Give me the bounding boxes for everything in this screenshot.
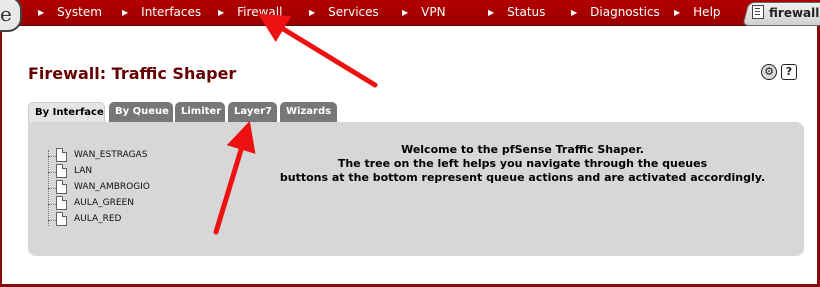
top-navigation-bar: e ▶ System ▶ Interfaces ▶ Firewall ▶ Service… bbox=[0, 0, 820, 32]
tree-branch bbox=[48, 204, 56, 205]
nav-arrow-icon: ▶ bbox=[309, 8, 316, 17]
tree-branch bbox=[48, 172, 56, 173]
document-icon bbox=[56, 212, 67, 226]
tab-limiter[interactable]: Limiter bbox=[175, 102, 225, 122]
nav-label: Services bbox=[328, 5, 379, 19]
welcome-line: buttons at the bottom represent queue ac… bbox=[279, 171, 766, 184]
document-icon bbox=[56, 196, 67, 210]
document-icon bbox=[56, 180, 67, 194]
welcome-line: Welcome to the pfSense Traffic Shaper. bbox=[401, 143, 644, 156]
tree-item-label: WAN_AMBROGIO bbox=[74, 182, 150, 192]
nav-item-services[interactable]: ▶ Services bbox=[309, 0, 379, 25]
nav-label: Status bbox=[507, 5, 546, 19]
nav-item-system[interactable]: ▶ System bbox=[38, 0, 102, 25]
welcome-message: Welcome to the pfSense Traffic Shaper. T… bbox=[250, 143, 795, 185]
document-icon bbox=[56, 148, 67, 162]
nav-label: Firewall bbox=[237, 5, 283, 19]
nav-item-firewall[interactable]: ▶ Firewall bbox=[218, 0, 282, 25]
tab-by-queue[interactable]: By Queue bbox=[109, 102, 173, 122]
tree-item-label: AULA_RED bbox=[74, 214, 122, 224]
hostname-label[interactable]: firewall. bbox=[752, 2, 820, 24]
tab-layer7[interactable]: Layer7 bbox=[228, 102, 277, 122]
hostname-text: firewall. bbox=[769, 6, 820, 20]
tree-branch bbox=[48, 220, 56, 221]
tree-item-label: AULA_GREEN bbox=[74, 198, 134, 208]
nav-label: Interfaces bbox=[141, 5, 202, 19]
gear-icon[interactable]: ⚙ bbox=[761, 64, 777, 80]
tree-branch bbox=[48, 156, 56, 157]
tab-wizards[interactable]: Wizards bbox=[280, 102, 337, 122]
nav-item-interfaces[interactable]: ▶ Interfaces bbox=[122, 0, 201, 25]
tree-branch bbox=[48, 188, 56, 189]
tab-by-interface[interactable]: By Interface bbox=[28, 102, 105, 124]
nav-arrow-icon: ▶ bbox=[571, 8, 578, 17]
welcome-line: The tree on the left helps you navigate … bbox=[337, 157, 708, 170]
nav-arrow-icon: ▶ bbox=[674, 8, 681, 17]
nav-label: System bbox=[57, 5, 102, 19]
document-icon bbox=[752, 5, 764, 19]
nav-label: Help bbox=[693, 5, 721, 19]
nav-arrow-icon: ▶ bbox=[402, 8, 409, 17]
page-title: Firewall: Traffic Shaper bbox=[28, 64, 237, 83]
help-icon[interactable]: ? bbox=[781, 64, 797, 80]
document-icon bbox=[56, 164, 67, 178]
nav-item-help[interactable]: ▶ Help bbox=[674, 0, 721, 25]
nav-arrow-icon: ▶ bbox=[38, 8, 45, 17]
nav-arrow-icon: ▶ bbox=[122, 8, 129, 17]
nav-arrow-icon: ▶ bbox=[488, 8, 495, 17]
nav-label: Diagnostics bbox=[590, 5, 660, 19]
nav-item-vpn[interactable]: ▶ VPN bbox=[402, 0, 446, 25]
tree-item-label: LAN bbox=[74, 166, 93, 176]
nav-arrow-icon: ▶ bbox=[218, 8, 225, 17]
nav-label: VPN bbox=[421, 5, 446, 19]
nav-item-diagnostics[interactable]: ▶ Diagnostics bbox=[571, 0, 660, 25]
tree-item-label: WAN_ESTRAGAS bbox=[74, 150, 148, 160]
nav-item-status[interactable]: ▶ Status bbox=[488, 0, 545, 25]
